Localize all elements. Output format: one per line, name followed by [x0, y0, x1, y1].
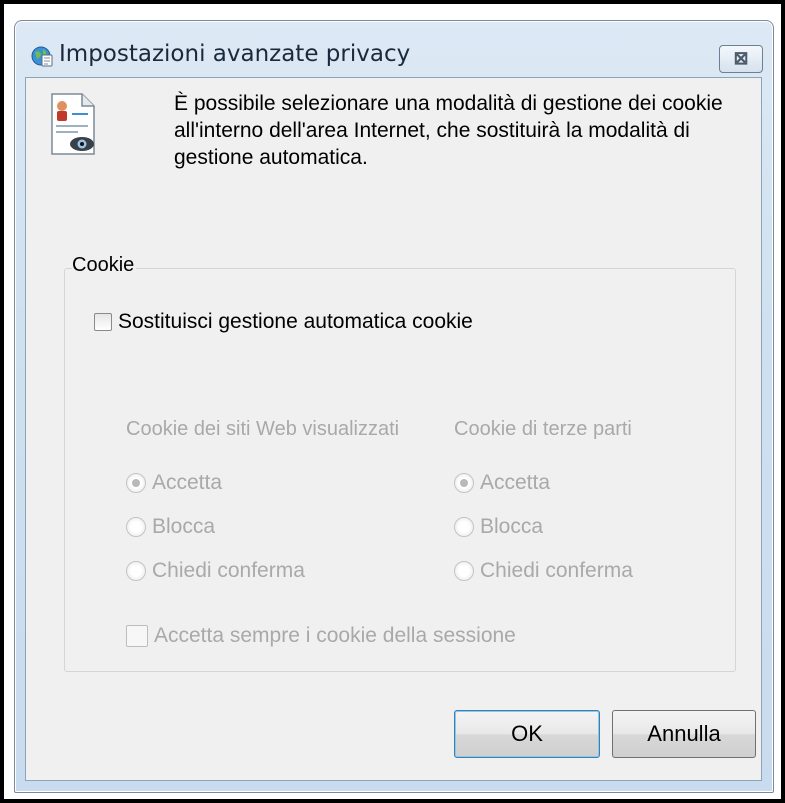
override-checkbox-label: Sostituisci gestione automatica cookie: [118, 310, 473, 333]
privacy-dialog: Impostazioni avanzate privacy ⊠ È possib…: [14, 20, 774, 793]
radio-button-selected[interactable]: [126, 473, 146, 493]
close-icon: ⊠: [733, 48, 749, 68]
first-party-block-radio[interactable]: Blocca: [126, 505, 399, 549]
intro-text: È possibile selezionare una modalità di …: [174, 92, 723, 169]
third-party-prompt-radio[interactable]: Chiedi conferma: [454, 549, 633, 593]
first-party-block-label: Blocca: [152, 515, 216, 538]
first-party-prompt-radio[interactable]: Chiedi conferma: [126, 549, 399, 593]
radio-button-selected[interactable]: [454, 473, 474, 493]
title-bar[interactable]: Impostazioni avanzate privacy ⊠: [15, 21, 773, 73]
close-button[interactable]: ⊠: [719, 45, 763, 73]
radio-button[interactable]: [454, 517, 474, 537]
session-checkbox-label: Accetta sempre i cookie della sessione: [154, 624, 516, 647]
ok-button[interactable]: OK: [454, 710, 600, 758]
third-party-column: Cookie di terze parti Accetta Blocca Chi…: [454, 418, 633, 593]
first-party-column: Cookie dei siti Web visualizzati Accetta…: [126, 418, 399, 593]
radio-button[interactable]: [454, 561, 474, 581]
third-party-title: Cookie di terze parti: [454, 418, 632, 440]
third-party-block-radio[interactable]: Blocca: [454, 505, 633, 549]
privacy-document-eye-icon: [51, 93, 95, 155]
override-checkbox-box[interactable]: [94, 313, 112, 331]
dialog-title: Impostazioni avanzate privacy: [59, 41, 411, 67]
third-party-block-label: Blocca: [480, 515, 544, 538]
first-party-prompt-label: Chiedi conferma: [152, 559, 305, 582]
globe-privacy-icon: [31, 46, 53, 67]
session-cookie-checkbox[interactable]: Accetta sempre i cookie della sessione: [126, 624, 516, 648]
third-party-accept-radio[interactable]: Accetta: [454, 461, 633, 505]
override-cookie-checkbox[interactable]: Sostituisci gestione automatica cookie: [94, 310, 473, 334]
screenshot-frame: Impostazioni avanzate privacy ⊠ È possib…: [0, 0, 785, 803]
session-checkbox-box[interactable]: [126, 625, 148, 647]
radio-button[interactable]: [126, 517, 146, 537]
third-party-accept-label: Accetta: [480, 471, 551, 494]
cancel-button[interactable]: Annulla: [612, 710, 756, 758]
first-party-accept-label: Accetta: [152, 471, 223, 494]
radio-button[interactable]: [126, 561, 146, 581]
third-party-prompt-label: Chiedi conferma: [480, 559, 633, 582]
dialog-body: È possibile selezionare una modalità di …: [25, 77, 762, 781]
first-party-accept-radio[interactable]: Accetta: [126, 461, 399, 505]
cookie-group-label: Cookie: [72, 254, 137, 277]
first-party-title: Cookie dei siti Web visualizzati: [126, 418, 400, 440]
